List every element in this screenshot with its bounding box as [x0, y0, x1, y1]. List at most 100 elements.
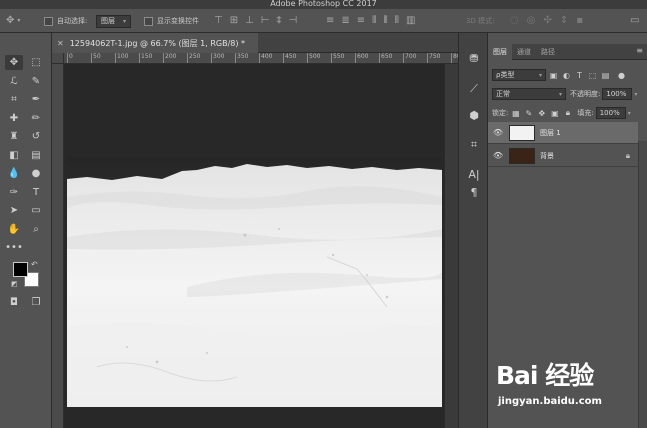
drag-3d-icon[interactable]: ✣ — [543, 14, 551, 28]
distribute-left-icon[interactable]: ⫴ — [372, 14, 376, 28]
default-colors-icon[interactable]: ◩ — [11, 280, 18, 288]
quick-mask-icon[interactable]: ◘ — [5, 295, 23, 310]
fill-input[interactable]: 100% — [595, 107, 626, 119]
opacity-input[interactable]: 100% — [602, 88, 633, 100]
filter-pixel-icon[interactable]: ▣ — [548, 70, 559, 81]
scale-3d-icon[interactable]: ▪ — [576, 14, 583, 28]
clone-stamp-tool[interactable]: ♜ — [5, 129, 23, 144]
close-icon[interactable]: ✕ — [57, 39, 64, 48]
eraser-tool[interactable]: ◧ — [5, 148, 23, 163]
gradient-tool[interactable]: ▤ — [27, 148, 45, 163]
ruler-tick-label: 700 — [403, 53, 416, 63]
align-bottom-icon[interactable]: ⊥ — [245, 14, 254, 28]
layer-name[interactable]: 背景 — [540, 151, 554, 161]
ruler-tick-label: 500 — [307, 53, 320, 63]
align-vcenter-icon[interactable]: ⊞ — [230, 14, 238, 28]
lasso-tool[interactable]: ℒ — [5, 74, 23, 89]
quick-select-tool[interactable]: ✎ — [27, 74, 45, 89]
screen-mode-icon[interactable]: ❐ — [27, 295, 45, 310]
blur-tool[interactable]: 💧 — [5, 166, 23, 181]
marquee-tool[interactable]: ⬚ — [27, 55, 45, 70]
show-transform-checkbox[interactable]: 显示变换控件 — [144, 14, 199, 28]
visibility-eye-icon[interactable]: 👁︎ — [491, 128, 505, 137]
horizontal-ruler[interactable]: 0 50 100 150 200 250 300 350 400 450 500 550 600 650 7… — [64, 53, 458, 64]
lock-position-icon[interactable]: ✥ — [536, 108, 547, 119]
slide-3d-icon[interactable]: ⇕ — [560, 14, 568, 28]
ruler-origin[interactable] — [52, 53, 64, 64]
filter-toggle-icon[interactable]: ● — [616, 70, 627, 81]
foreground-color-swatch[interactable] — [13, 262, 28, 277]
layer-filter-select[interactable]: ρ类型 ▾ — [492, 69, 546, 81]
visibility-eye-icon[interactable]: 👁︎ — [491, 151, 505, 160]
auto-select-checkbox[interactable]: 自动选择: — [44, 14, 87, 28]
roll-3d-icon[interactable]: ◎ — [527, 14, 536, 28]
type-tool[interactable]: T — [27, 185, 45, 200]
history-brush-tool[interactable]: ↺ — [27, 129, 45, 144]
layer-name[interactable]: 图层 1 — [540, 128, 561, 138]
libraries-icon[interactable]: ⛃ — [464, 49, 484, 67]
chevron-down-icon[interactable]: ▾ — [628, 110, 631, 117]
document-image[interactable] — [67, 157, 442, 407]
filter-shape-icon[interactable]: ⬚ — [587, 70, 598, 81]
hand-tool[interactable]: ✋ — [5, 222, 23, 237]
adjustments-icon[interactable]: ⟋ — [464, 80, 484, 98]
ruler-tick-label: 800 — [451, 53, 458, 63]
layer-row[interactable]: 👁︎ 背景 🔒︎ — [488, 145, 638, 167]
auto-select-dropdown[interactable]: 图层 ▾ — [96, 14, 132, 28]
more-tools-icon[interactable]: ••• — [5, 240, 23, 255]
distribute-right-icon[interactable]: ⫴ — [395, 14, 399, 28]
panel-menu-icon[interactable]: ≡ — [636, 46, 643, 55]
filter-type-icon[interactable]: T — [574, 70, 585, 81]
layers-panel-tab[interactable]: 图层 — [488, 44, 512, 60]
character-icon[interactable]: A| — [464, 165, 484, 183]
align-top-icon[interactable]: ⊤ — [214, 14, 223, 28]
distribute-hcenter-icon[interactable]: ⦀ — [383, 14, 387, 28]
crop-panel-icon[interactable]: ⌗ — [464, 136, 484, 154]
layers-panel-tab[interactable]: 路径 — [536, 44, 560, 60]
eyedropper-tool[interactable]: ✒ — [27, 92, 45, 107]
workspace-menu[interactable]: ▭ — [630, 14, 639, 28]
distribute-top-icon[interactable]: ≡ — [326, 14, 334, 28]
document-tab[interactable]: ✕ 12594062T-1.jpg @ 66.7% (图层 1, RGB/8) … — [52, 33, 258, 53]
vertical-scrollbar[interactable] — [444, 64, 458, 428]
path-select-tool[interactable]: ➤ — [5, 203, 23, 218]
distribute-vcenter-icon[interactable]: ≣ — [341, 14, 349, 28]
move-tool-preset[interactable]: ✥ ▾ — [6, 14, 20, 28]
crop-tool[interactable]: ⌗ — [5, 92, 23, 107]
layer-thumbnail[interactable] — [509, 124, 535, 141]
align-right-icon[interactable]: ⊣ — [289, 14, 298, 28]
vertical-ruler[interactable] — [52, 53, 64, 428]
auto-align-icon[interactable]: ▥ — [406, 14, 415, 28]
layer-lock-icon[interactable]: 🔒︎ — [626, 151, 630, 161]
collapsed-panels-strip: ⛃ ⟋ ⬢ ⌗ A| ¶ — [458, 33, 488, 428]
align-hcenter-icon[interactable]: ‡ — [277, 14, 282, 28]
shape-tool[interactable]: ▭ — [27, 203, 45, 218]
healing-brush-tool[interactable]: ✚ — [5, 111, 23, 126]
layers-panel-tab[interactable]: 通道 — [512, 44, 536, 60]
move-tool[interactable]: ✥ — [5, 55, 23, 70]
blend-mode-select[interactable]: 正常 ▾ — [492, 88, 566, 100]
properties-icon[interactable]: ⬢ — [464, 106, 484, 124]
align-left-icon[interactable]: ⊢ — [261, 14, 270, 28]
filter-smart-object-icon[interactable]: ▤ — [600, 70, 611, 81]
chevron-down-icon[interactable]: ▾ — [634, 91, 637, 98]
lock-image-icon[interactable]: ✎ — [523, 108, 534, 119]
canvas-area[interactable] — [64, 64, 458, 428]
ruler-tick-label: 650 — [379, 53, 392, 63]
orbit-3d-icon[interactable]: ◌ — [510, 14, 519, 28]
lock-artboard-icon[interactable]: ▣ — [549, 108, 560, 119]
filter-adjustment-icon[interactable]: ◐ — [561, 70, 572, 81]
auto-select-select[interactable]: 图层 ▾ — [96, 14, 132, 28]
layer-thumbnail[interactable] — [509, 147, 535, 164]
distribute-bottom-icon[interactable]: ≡ — [357, 14, 365, 28]
zoom-tool[interactable]: ⌕ — [27, 222, 45, 237]
pen-tool[interactable]: ✑ — [5, 185, 23, 200]
paragraph-icon[interactable]: ¶ — [464, 183, 484, 201]
chevron-down-icon: ▾ — [558, 90, 562, 98]
layer-row[interactable]: 👁︎ 图层 1 — [488, 122, 638, 144]
lock-all-icon[interactable]: 🔒︎ — [562, 108, 573, 119]
brush-tool[interactable]: ✏ — [27, 111, 45, 126]
swap-colors-icon[interactable]: ↶ — [31, 260, 38, 269]
dodge-tool[interactable]: ● — [27, 166, 45, 181]
lock-transparent-icon[interactable]: ▦ — [510, 108, 521, 119]
